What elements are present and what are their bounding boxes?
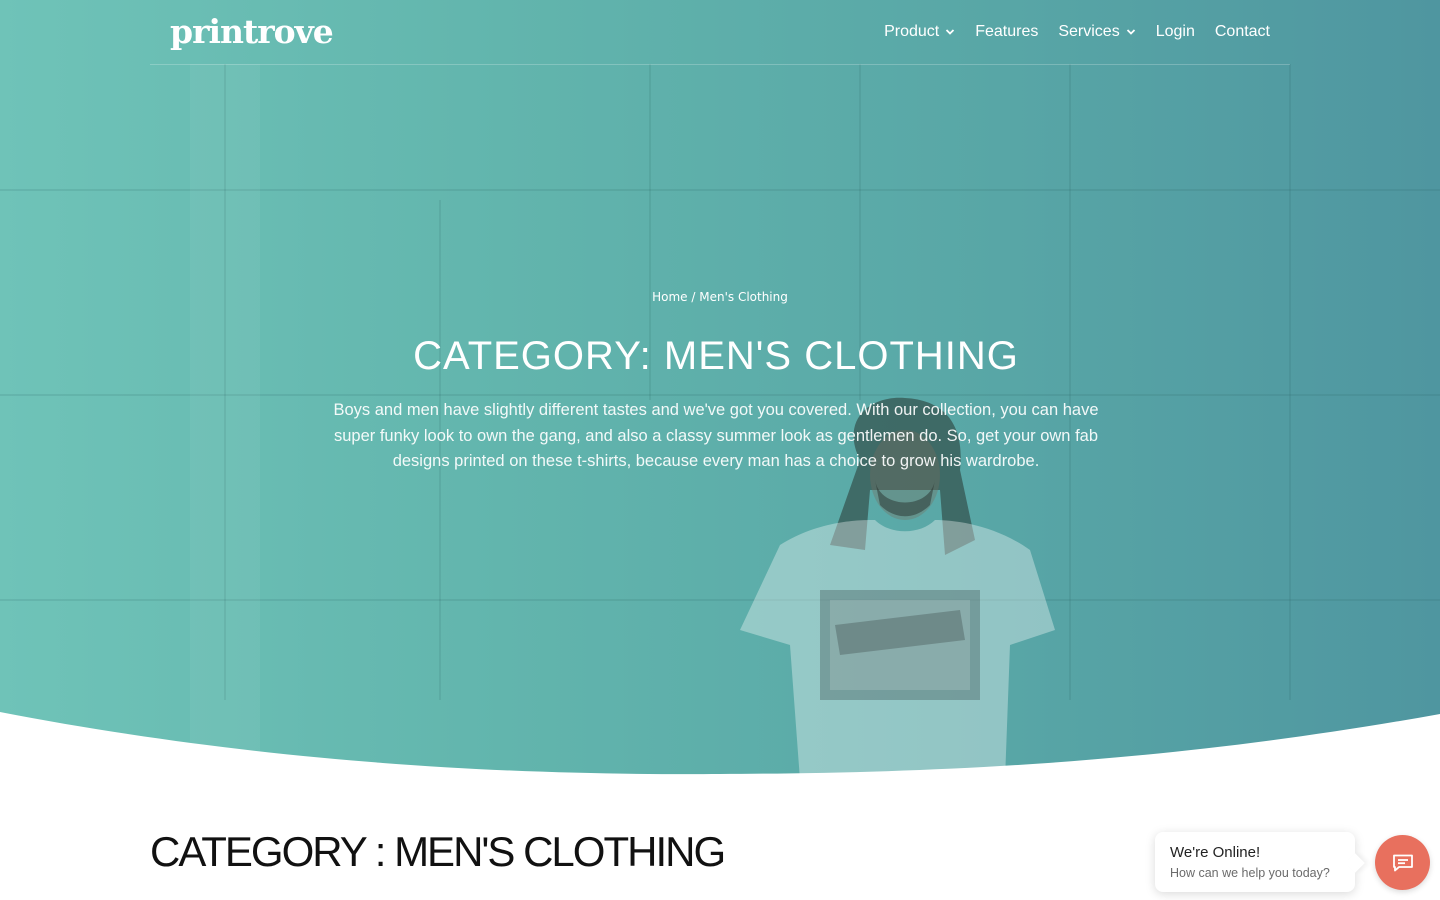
nav-item-label: Services: [1058, 23, 1120, 40]
chat-launcher-button[interactable]: [1375, 835, 1430, 890]
hero-bottom-curve: [0, 712, 1440, 780]
nav-item-services[interactable]: Services: [1058, 23, 1135, 41]
nav-links: Product Features Services Login Contact: [884, 23, 1270, 41]
nav-item-features[interactable]: Features: [975, 23, 1038, 41]
chat-greeting-bubble[interactable]: We're Online! How can we help you today?: [1155, 832, 1355, 892]
page-title: CATEGORY : MEN'S CLOTHING: [150, 828, 726, 875]
chevron-down-icon: [946, 29, 955, 35]
nav-item-product[interactable]: Product: [884, 23, 955, 41]
page: printrove Product Features Services Logi…: [0, 0, 1440, 900]
chevron-down-icon: [1126, 29, 1135, 35]
chat-icon: [1392, 854, 1413, 871]
chat-greeting-title: We're Online!: [1170, 844, 1261, 861]
nav-item-label: Contact: [1214, 23, 1270, 40]
nav-item-contact[interactable]: Contact: [1215, 23, 1270, 41]
nav-item-label: Product: [884, 23, 940, 40]
hero-section: [0, 0, 1440, 780]
breadcrumb: Home / Men's Clothing: [0, 290, 1440, 304]
nav-item-label: Features: [975, 23, 1039, 40]
hero-title: CATEGORY: MEN'S CLOTHING: [413, 334, 1019, 378]
top-navigation: printrove Product Features Services Logi…: [150, 0, 1290, 65]
hero-description: Boys and men have slightly different tas…: [333, 401, 1099, 470]
nav-item-label: Login: [1155, 23, 1195, 40]
breadcrumb-separator: /: [687, 290, 700, 304]
nav-item-login[interactable]: Login: [1156, 23, 1195, 41]
breadcrumb-home-link[interactable]: Home: [652, 290, 687, 304]
breadcrumb-current: Men's Clothing: [699, 290, 788, 304]
brand-logo[interactable]: printrove: [170, 12, 334, 51]
chat-greeting-subtitle: How can we help you today?: [1170, 866, 1330, 880]
